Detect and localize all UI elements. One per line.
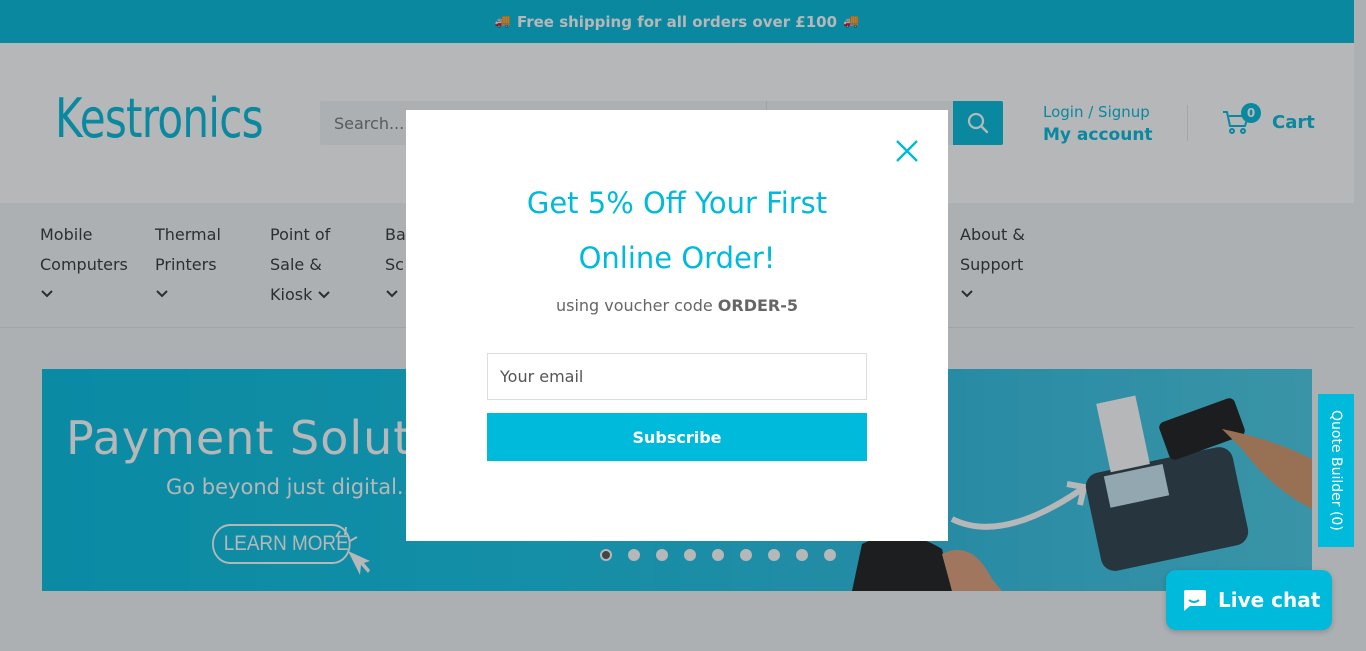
subscribe-button[interactable]: Subscribe xyxy=(487,413,867,461)
chat-bubble-icon xyxy=(1184,590,1206,611)
voucher-code: ORDER-5 xyxy=(717,296,799,315)
email-field[interactable] xyxy=(487,353,867,400)
newsletter-modal: Get 5% Off Your First Online Order! usin… xyxy=(406,110,948,541)
live-chat-label: Live chat xyxy=(1218,588,1321,612)
live-chat-button[interactable]: Live chat xyxy=(1166,570,1332,630)
close-icon[interactable] xyxy=(894,138,920,164)
modal-title-text: Get 5% Off Your First Online Order! xyxy=(526,186,828,275)
quote-builder-label: Quote Builder (0) xyxy=(1328,410,1344,531)
quote-builder-tab[interactable]: Quote Builder (0) xyxy=(1318,394,1354,547)
modal-title: Get 5% Off Your First Online Order! xyxy=(406,176,948,286)
modal-subtitle-prefix: using voucher code xyxy=(555,296,718,315)
modal-subtitle: using voucher code ORDER-5 xyxy=(406,296,948,315)
